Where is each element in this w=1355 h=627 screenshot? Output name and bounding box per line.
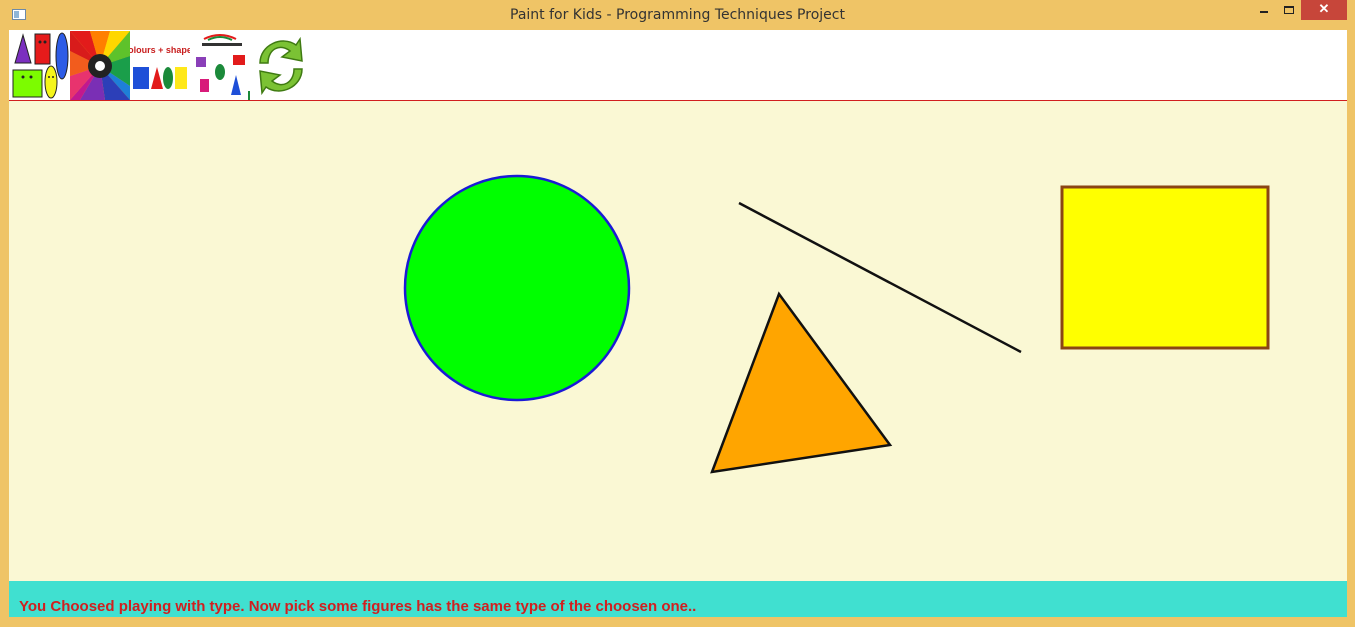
figures-layer [403,174,1270,474]
title-bar[interactable]: Paint for Kids - Programming Techniques … [0,0,1355,31]
drawing-canvas[interactable] [9,101,1347,581]
refresh-icon [259,36,303,96]
toolbar: colours + shapes [9,30,1347,101]
minimize-icon [1260,11,1268,13]
shapes-icon [12,32,69,99]
figure-triangle[interactable] [710,291,893,474]
maximize-button[interactable] [1279,0,1301,20]
figure-circle[interactable] [403,174,631,402]
colours-shapes-icon: colours + shapes [130,31,190,100]
window-title: Paint for Kids - Programming Techniques … [510,7,845,23]
colours-shapes-button[interactable]: colours + shapes [130,31,190,100]
close-button[interactable]: ✕ [1301,0,1347,20]
color-palette-button[interactable] [70,31,130,100]
status-bar: You Choosed playing with type. Now pick … [9,581,1347,617]
app-window: Paint for Kids - Programming Techniques … [0,0,1355,627]
minimize-button[interactable] [1253,0,1275,20]
maximize-icon [1284,6,1294,14]
colours-shapes-logo: colours + shapes [130,45,190,55]
figure-types-icon [190,31,250,100]
close-icon: ✕ [1318,1,1330,16]
switch-mode-button[interactable] [252,31,310,100]
draw-figures-button[interactable] [11,31,70,100]
figure-rectangle[interactable] [1060,185,1270,350]
status-message: You Choosed playing with type. Now pick … [19,598,697,615]
color-wheel-icon [70,31,130,100]
figure-types-button[interactable] [190,31,250,100]
